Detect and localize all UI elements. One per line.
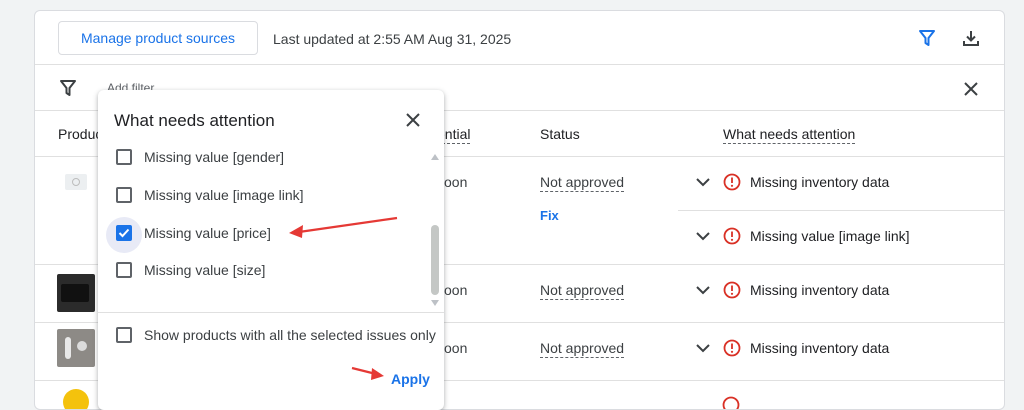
issue-item[interactable]: Missing inventory data [693, 280, 889, 300]
annotation-arrow-icon [348, 362, 388, 384]
error-circle-icon [723, 173, 741, 191]
chevron-down-icon[interactable] [693, 172, 713, 192]
checkbox[interactable] [116, 262, 132, 278]
filter-icon[interactable] [915, 27, 939, 49]
error-circle-icon [723, 281, 741, 299]
fix-link[interactable]: Fix [540, 208, 559, 223]
close-icon[interactable] [960, 78, 982, 100]
option-label: Missing value [price] [144, 225, 271, 241]
chevron-down-icon[interactable] [693, 280, 713, 300]
issue-label: Missing inventory data [750, 282, 889, 298]
manage-product-sources-button[interactable]: Manage product sources [58, 21, 258, 55]
product-thumbnail [57, 329, 95, 367]
status-link[interactable]: Not approved [540, 282, 624, 300]
last-updated-text: Last updated at 2:55 AM Aug 31, 2025 [273, 31, 511, 47]
scroll-up-arrow[interactable] [431, 154, 439, 160]
issue-item[interactable]: Missing inventory data [693, 338, 889, 358]
annotation-arrow-icon [285, 212, 405, 242]
error-circle-icon [722, 396, 740, 410]
issue-label: Missing inventory data [750, 340, 889, 356]
scroll-down-arrow[interactable] [431, 300, 439, 306]
checkbox-checked[interactable] [116, 225, 132, 241]
option-label: Missing value [image link] [144, 187, 304, 203]
scrollbar-thumb[interactable] [431, 225, 439, 295]
filter-icon[interactable] [57, 77, 79, 99]
error-circle-icon [723, 227, 741, 245]
top-toolbar: Manage product sources Last updated at 2… [35, 11, 1004, 65]
option-missing-size[interactable]: Missing value [size] [116, 262, 265, 278]
check-icon [117, 226, 131, 240]
status-link[interactable]: Not approved [540, 340, 624, 358]
column-header-product[interactable]: Produc [58, 126, 102, 142]
issue-divider [678, 210, 1005, 211]
popup-title: What needs attention [114, 111, 275, 131]
option-label: Missing value [size] [144, 262, 265, 278]
status-link[interactable]: Not approved [540, 174, 624, 192]
option-missing-gender[interactable]: Missing value [gender] [116, 149, 284, 165]
error-circle-icon [723, 339, 741, 357]
option-missing-price[interactable]: Missing value [price] [116, 225, 271, 241]
checkbox[interactable] [116, 327, 132, 343]
checkbox[interactable] [116, 149, 132, 165]
apply-button[interactable]: Apply [391, 371, 430, 387]
column-header-what-needs-attention[interactable]: What needs attention [723, 126, 855, 144]
issue-item[interactable]: Missing inventory data [693, 172, 889, 192]
option-missing-image-link[interactable]: Missing value [image link] [116, 187, 304, 203]
product-thumbnail [65, 174, 87, 190]
close-icon[interactable] [403, 110, 423, 130]
issue-item[interactable]: Missing value [image link] [693, 226, 910, 246]
product-thumbnail [63, 389, 89, 410]
issue-label: Missing inventory data [750, 174, 889, 190]
option-label: Missing value [gender] [144, 149, 284, 165]
popup-divider [98, 312, 444, 313]
option-only-selected-issues[interactable]: Show products with all the selected issu… [116, 327, 436, 343]
checkbox[interactable] [116, 187, 132, 203]
what-needs-attention-filter-popup: What needs attention Missing value [gend… [98, 90, 444, 410]
chevron-down-icon[interactable] [693, 226, 713, 246]
chevron-down-icon[interactable] [693, 338, 713, 358]
column-header-status[interactable]: Status [540, 126, 580, 142]
issue-label: Missing value [image link] [750, 228, 910, 244]
download-icon[interactable] [959, 26, 983, 50]
option-label: Show products with all the selected issu… [144, 327, 436, 343]
product-thumbnail [57, 274, 95, 312]
